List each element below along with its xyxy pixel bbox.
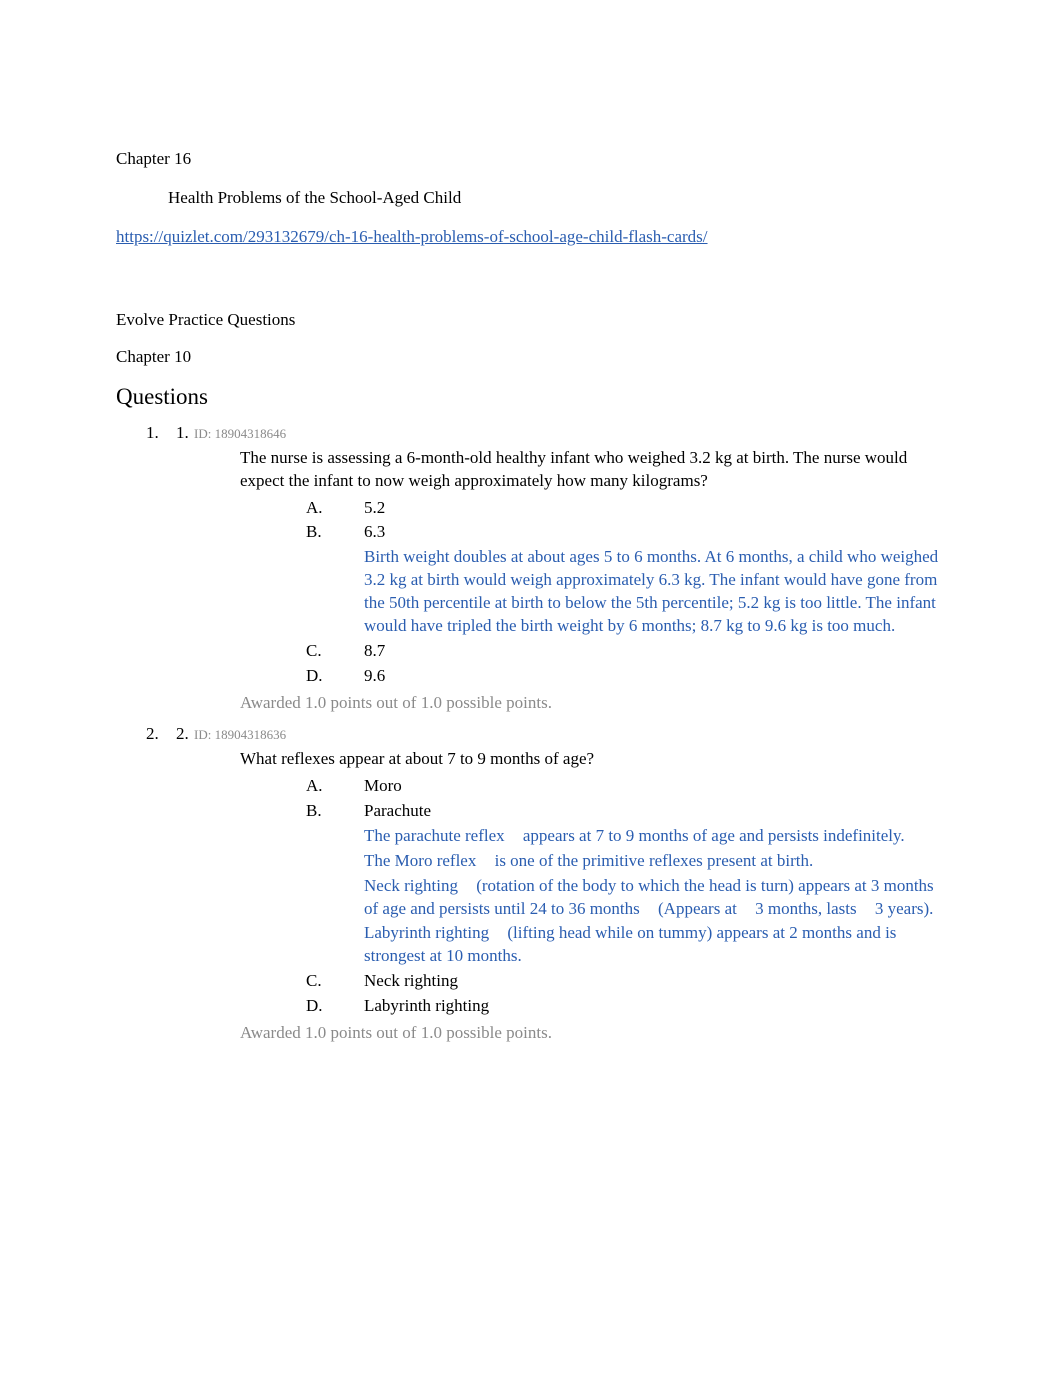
rationale-segment: 3 months, lasts xyxy=(755,899,861,918)
choice-row: B.Parachute xyxy=(306,800,946,823)
question-stem: The nurse is assessing a 6-month-old hea… xyxy=(240,447,946,493)
rationale-segment: Neck righting xyxy=(364,876,462,895)
choice-letter: A. xyxy=(306,775,364,798)
question-id: ID: 18904318636 xyxy=(194,726,286,744)
questions-heading: Questions xyxy=(116,381,946,412)
choice-row: A.5.2 xyxy=(306,497,946,520)
questions-list: 1.1.ID: 18904318646The nurse is assessin… xyxy=(116,422,946,1045)
choices: A.MoroB.ParachuteThe parachute reflex ap… xyxy=(306,775,946,1018)
question-inner-number: 1. xyxy=(176,422,194,445)
choice-letter: D. xyxy=(306,665,364,688)
choice-letter: B. xyxy=(306,800,364,823)
rationale-segment: appears at 7 to 9 months of age and pers… xyxy=(523,826,905,845)
rationale-segment: Labyrinth righting xyxy=(364,923,493,942)
rationale-segment: The Moro reflex xyxy=(364,851,481,870)
chapter-bullet-row: Health Problems of the School-Aged Child xyxy=(144,187,946,210)
choices: A.5.2B.6.3Birth weight doubles at about … xyxy=(306,497,946,689)
choice-text: 6.3 xyxy=(364,521,946,544)
rationale-segment: is one of the primitive reflexes present… xyxy=(495,851,814,870)
choice-text: Labyrinth righting xyxy=(364,995,946,1018)
question-outer-number: 1. xyxy=(146,422,176,445)
section-heading: Evolve Practice Questions xyxy=(116,309,946,332)
resource-link[interactable]: https://quizlet.com/293132679/ch-16-heal… xyxy=(116,227,708,246)
rationale-segment: 3 years). xyxy=(875,899,934,918)
question-item: 2.2.ID: 18904318636What reflexes appear … xyxy=(146,723,946,1045)
awarded-points: Awarded 1.0 points out of 1.0 possible p… xyxy=(240,1022,946,1045)
choice-row: D.Labyrinth righting xyxy=(306,995,946,1018)
question-item: 1.1.ID: 18904318646The nurse is assessin… xyxy=(146,422,946,715)
choice-text: Neck righting xyxy=(364,970,946,993)
choice-text: 9.6 xyxy=(364,665,946,688)
question-outer-number: 2. xyxy=(146,723,176,746)
choice-row: D.9.6 xyxy=(306,665,946,688)
question-id: ID: 18904318646 xyxy=(194,425,286,443)
choice-rationale: Birth weight doubles at about ages 5 to … xyxy=(364,546,946,638)
question-number-row: 1.1.ID: 18904318646 xyxy=(146,422,946,445)
choice-rationale-line: The Moro reflex is one of the primitive … xyxy=(364,850,946,873)
choice-letter: C. xyxy=(306,970,364,993)
question-stem: What reflexes appear at about 7 to 9 mon… xyxy=(240,748,946,771)
question-number-row: 2.2.ID: 18904318636 xyxy=(146,723,946,746)
choice-letter: A. xyxy=(306,497,364,520)
choice-rationale-line: The parachute reflex appears at 7 to 9 m… xyxy=(364,825,946,848)
choice-row: A.Moro xyxy=(306,775,946,798)
choice-letter: D. xyxy=(306,995,364,1018)
chapter-sub: Chapter 10 xyxy=(116,346,946,369)
chapter-title: Chapter 16 xyxy=(116,148,946,171)
choice-letter: B. xyxy=(306,521,364,544)
choice-row: B.6.3 xyxy=(306,521,946,544)
rationale-segment: (Appears at xyxy=(658,899,741,918)
choice-row: C.8.7 xyxy=(306,640,946,663)
choice-rationale-line: Labyrinth righting (lifting head while o… xyxy=(364,922,946,968)
resource-link-row: https://quizlet.com/293132679/ch-16-heal… xyxy=(116,226,946,249)
choice-text: 5.2 xyxy=(364,497,946,520)
choice-letter: C. xyxy=(306,640,364,663)
awarded-points: Awarded 1.0 points out of 1.0 possible p… xyxy=(240,692,946,715)
question-inner-number: 2. xyxy=(176,723,194,746)
choice-text: 8.7 xyxy=(364,640,946,663)
choice-rationale-line: Neck righting (rotation of the body to w… xyxy=(364,875,946,921)
choice-text: Parachute xyxy=(364,800,946,823)
rationale-segment: The parachute reflex xyxy=(364,826,509,845)
choice-row: C.Neck righting xyxy=(306,970,946,993)
choice-text: Moro xyxy=(364,775,946,798)
chapter-bullet-text: Health Problems of the School-Aged Child xyxy=(168,187,461,210)
